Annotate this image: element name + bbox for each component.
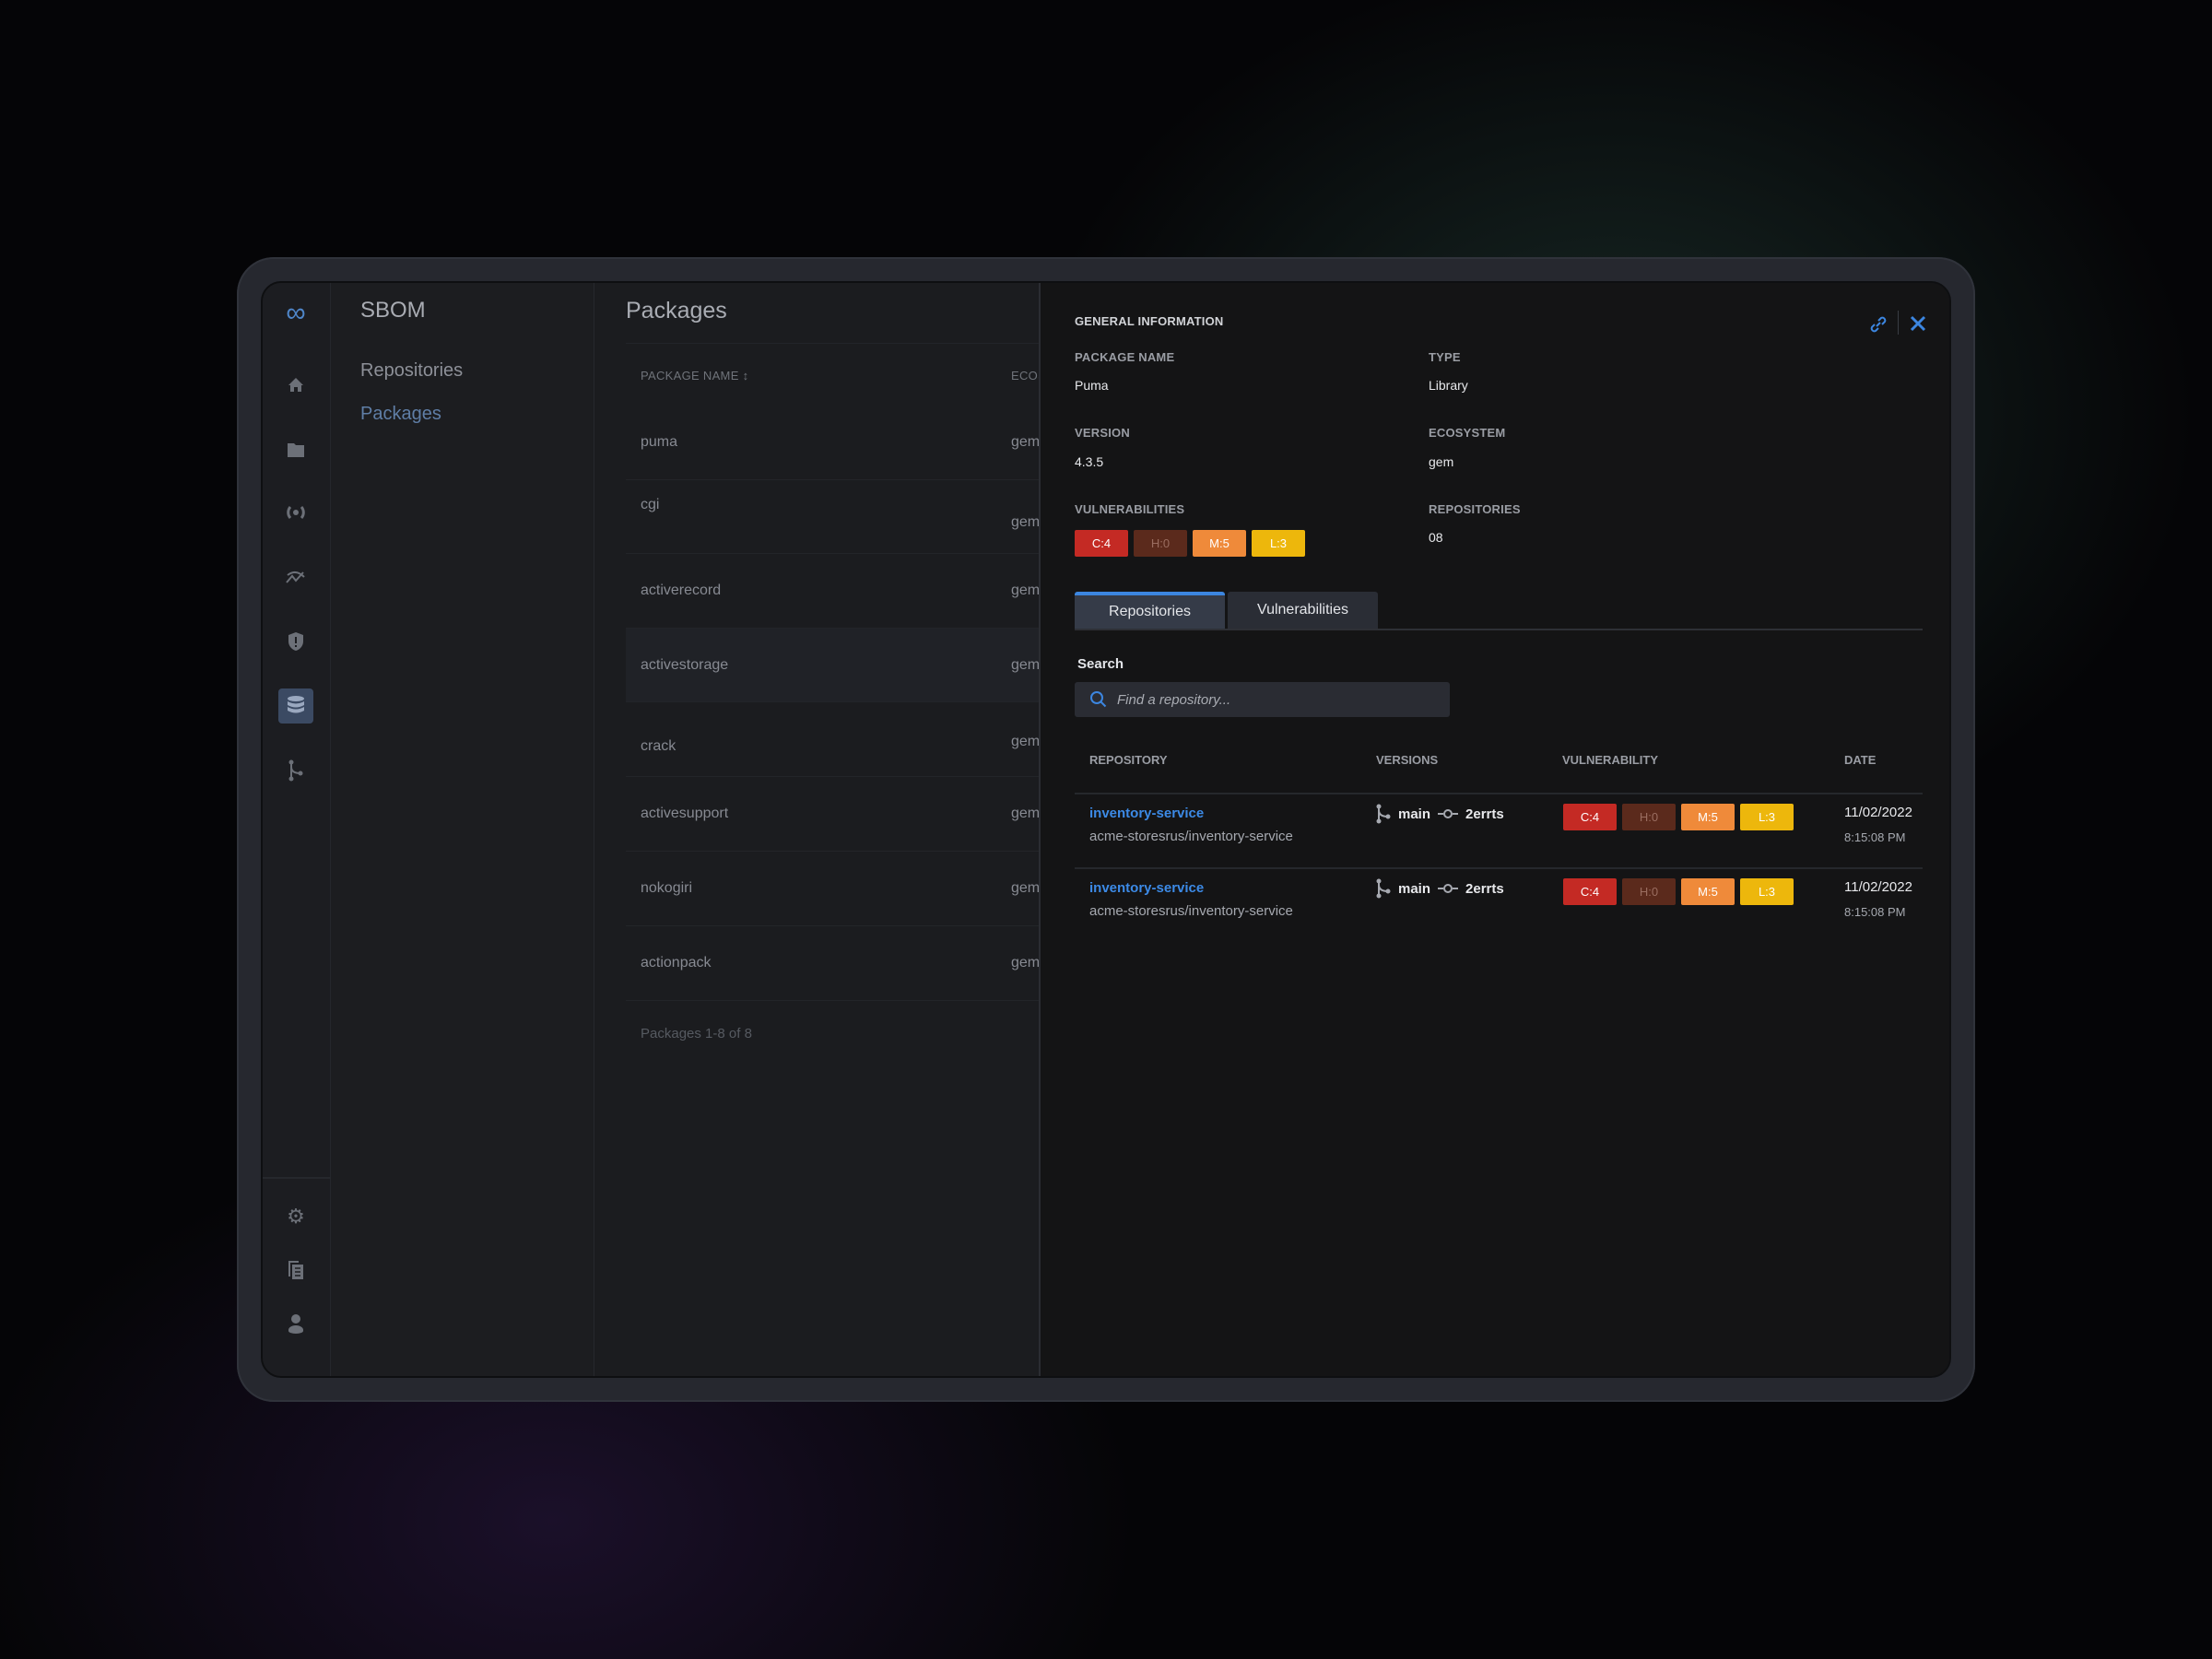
table-row[interactable]: crack gem: [626, 702, 1039, 777]
search-input[interactable]: [1117, 691, 1430, 708]
rail-divider: [263, 1177, 331, 1179]
repository-link[interactable]: inventory-service: [1089, 806, 1204, 821]
low-badge: L:3: [1252, 530, 1305, 557]
repository-link[interactable]: inventory-service: [1089, 880, 1204, 896]
date: 11/02/2022: [1844, 879, 1912, 895]
folder-icon[interactable]: [278, 432, 313, 467]
nav-item-repositories[interactable]: Repositories: [360, 360, 463, 382]
vulnerability-badges: C:4 H:0 M:5 L:3: [1563, 878, 1799, 905]
vulnerability-badges: C:4 H:0 M:5 L:3: [1563, 804, 1799, 830]
version-value: 4.3.5: [1075, 454, 1104, 469]
repository-path: acme-storesrus/inventory-service: [1089, 829, 1293, 844]
vulnerabilities-label: VULNERABILITIES: [1075, 502, 1185, 516]
packages-list: Packages PACKAGE NAME ↕ ECOSYSTEM pumage…: [594, 283, 1039, 1376]
ecosystem-value: gem: [1429, 454, 1454, 469]
app-window: ∞ ⚙ SBOM Repositories Packages Packages …: [261, 281, 1951, 1378]
vulnerability-badges: C:4 H:0 M:5 L:3: [1075, 530, 1311, 557]
ecosystem-label: ECOSYSTEM: [1429, 426, 1506, 440]
documents-icon[interactable]: [278, 1253, 313, 1288]
icon-rail: ∞ ⚙: [263, 283, 331, 1376]
version-label: VERSION: [1075, 426, 1130, 440]
user-icon[interactable]: [278, 1306, 313, 1341]
link-icon[interactable]: [1868, 314, 1888, 339]
shield-alert-icon[interactable]: [278, 624, 313, 659]
header-divider: [626, 343, 1039, 344]
broadcast-icon[interactable]: [278, 495, 313, 530]
medium-badge: M:5: [1681, 878, 1735, 905]
repositories-count: 08: [1429, 530, 1443, 545]
time: 8:15:08 PM: [1844, 905, 1906, 919]
search-icon: [1090, 691, 1107, 708]
branch-icon: [1376, 878, 1391, 899]
version-info: main 2errts: [1376, 804, 1504, 824]
high-badge: H:0: [1622, 804, 1676, 830]
column-header-repository: REPOSITORY: [1089, 753, 1168, 767]
infinity-logo-icon[interactable]: ∞: [278, 296, 313, 331]
type-label: TYPE: [1429, 350, 1461, 364]
high-badge: H:0: [1622, 878, 1676, 905]
table-row[interactable]: puma gem: [626, 406, 1039, 480]
secondary-nav: SBOM Repositories Packages: [331, 283, 594, 1376]
table-row[interactable]: cgi gem: [626, 480, 1039, 554]
tabs-divider: [1075, 629, 1923, 630]
trend-icon[interactable]: [278, 559, 313, 594]
home-icon[interactable]: [278, 368, 313, 403]
column-header-vulnerability: VULNERABILITY: [1562, 753, 1658, 767]
branch-icon[interactable]: [278, 753, 313, 788]
commit-icon: [1438, 809, 1459, 818]
date: 11/02/2022: [1844, 805, 1912, 820]
repository-row: inventory-service acme-storesrus/invento…: [1075, 867, 1923, 942]
close-icon[interactable]: [1909, 314, 1927, 337]
low-badge: L:3: [1740, 804, 1794, 830]
section-title: SBOM: [360, 298, 426, 323]
database-icon[interactable]: [278, 688, 313, 724]
repository-path: acme-storesrus/inventory-service: [1089, 903, 1293, 919]
critical-badge: C:4: [1563, 804, 1617, 830]
table-row[interactable]: actionpack gem: [626, 926, 1039, 1001]
high-badge: H:0: [1134, 530, 1187, 557]
table-row[interactable]: nokogiri gem: [626, 852, 1039, 926]
package-detail-panel: GENERAL INFORMATION PACKAGE NAME Puma TY…: [1039, 283, 1949, 1376]
commit-icon: [1438, 884, 1459, 893]
nav-item-packages[interactable]: Packages: [360, 404, 441, 425]
table-row[interactable]: activesupport gem: [626, 777, 1039, 852]
toolbar-divider: [1898, 311, 1899, 335]
critical-badge: C:4: [1563, 878, 1617, 905]
low-badge: L:3: [1740, 878, 1794, 905]
column-header-date: DATE: [1844, 753, 1877, 767]
search-label: Search: [1077, 656, 1124, 672]
column-header-package-name[interactable]: PACKAGE NAME ↕: [641, 369, 748, 382]
column-header-versions: VERSIONS: [1376, 753, 1439, 767]
type-value: Library: [1429, 378, 1468, 393]
column-header-ecosystem[interactable]: ECOSYSTEM: [1011, 369, 1039, 382]
repository-row: inventory-service acme-storesrus/invento…: [1075, 793, 1923, 867]
repositories-label: REPOSITORIES: [1429, 502, 1521, 516]
tab-vulnerabilities[interactable]: Vulnerabilities: [1228, 592, 1378, 629]
table-row[interactable]: activerecord gem: [626, 554, 1039, 629]
section-heading: GENERAL INFORMATION: [1075, 314, 1224, 328]
page-title: Packages: [626, 298, 727, 324]
gear-icon[interactable]: ⚙: [278, 1199, 313, 1234]
package-name-label: PACKAGE NAME: [1075, 350, 1175, 364]
time: 8:15:08 PM: [1844, 830, 1906, 844]
table-row[interactable]: activestorage gem: [626, 629, 1039, 702]
search-field[interactable]: [1075, 682, 1450, 717]
tab-repositories[interactable]: Repositories: [1075, 592, 1225, 629]
medium-badge: M:5: [1193, 530, 1246, 557]
critical-badge: C:4: [1075, 530, 1128, 557]
medium-badge: M:5: [1681, 804, 1735, 830]
branch-icon: [1376, 804, 1391, 824]
package-name-value: Puma: [1075, 378, 1109, 393]
version-info: main 2errts: [1376, 878, 1504, 899]
pagination-text: Packages 1-8 of 8: [641, 1026, 752, 1041]
